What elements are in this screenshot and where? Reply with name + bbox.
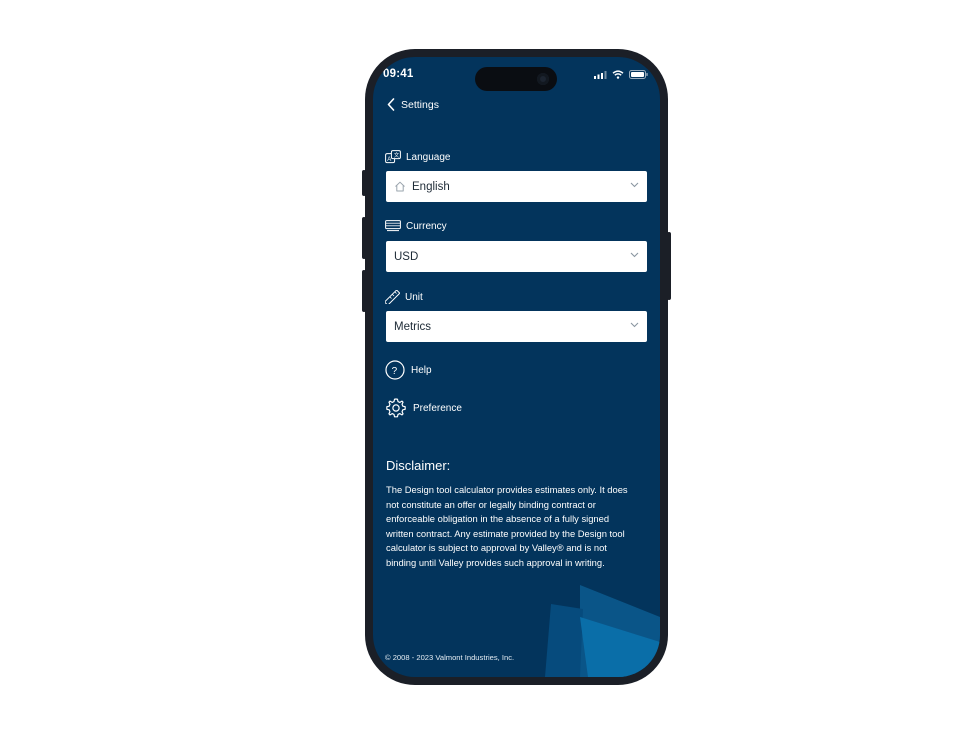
disclaimer-body: The Design tool calculator provides esti… xyxy=(386,484,628,568)
gear-icon xyxy=(386,398,406,418)
phone-volume-down xyxy=(362,270,366,312)
ruler-icon xyxy=(385,290,400,304)
currency-label-text: Currency xyxy=(406,220,447,232)
status-icons xyxy=(594,70,648,79)
back-button[interactable]: Settings xyxy=(387,98,439,111)
question-circle-icon: ? xyxy=(385,360,405,380)
unit-label: Unit xyxy=(385,290,423,304)
phone-power-button xyxy=(667,232,671,300)
chevron-left-icon xyxy=(387,98,395,111)
currency-select[interactable]: USD xyxy=(386,241,647,272)
chevron-down-icon xyxy=(630,322,639,328)
language-label-text: Language xyxy=(406,151,451,163)
unit-value: Metrics xyxy=(394,320,432,333)
language-label: A 文 Language xyxy=(385,150,451,164)
home-icon xyxy=(395,181,405,192)
wifi-icon xyxy=(612,70,624,79)
banknote-icon xyxy=(385,220,401,232)
language-select[interactable]: English xyxy=(386,171,647,202)
back-label: Settings xyxy=(401,98,439,111)
preference-label: Preference xyxy=(413,402,462,414)
preference-item[interactable]: Preference xyxy=(385,397,462,419)
help-label: Help xyxy=(411,364,432,376)
help-item[interactable]: ? Help xyxy=(385,360,432,380)
status-time: 09:41 xyxy=(383,68,414,80)
unit-label-text: Unit xyxy=(405,291,423,303)
currency-label: Currency xyxy=(385,220,447,232)
phone-silent-switch xyxy=(362,170,366,196)
copyright-text: © 2008 - 2023 Valmont Industries, Inc. xyxy=(385,653,515,662)
chevron-down-icon xyxy=(630,182,639,188)
disclaimer-title: Disclaimer: xyxy=(386,458,451,473)
svg-text:文: 文 xyxy=(394,151,400,159)
translate-icon: A 文 xyxy=(385,150,401,163)
currency-value: USD xyxy=(394,250,419,263)
svg-text:A: A xyxy=(387,157,391,163)
unit-select[interactable]: Metrics xyxy=(386,311,647,342)
dynamic-island xyxy=(475,67,557,91)
language-value: English xyxy=(412,180,450,193)
svg-text:?: ? xyxy=(392,366,398,377)
app-screen: 09:41 Settings A 文 Language English Curr… xyxy=(373,57,660,677)
chevron-down-icon xyxy=(630,252,639,258)
battery-icon xyxy=(629,70,648,79)
signal-icon xyxy=(594,70,607,79)
phone-volume-up xyxy=(362,217,366,259)
